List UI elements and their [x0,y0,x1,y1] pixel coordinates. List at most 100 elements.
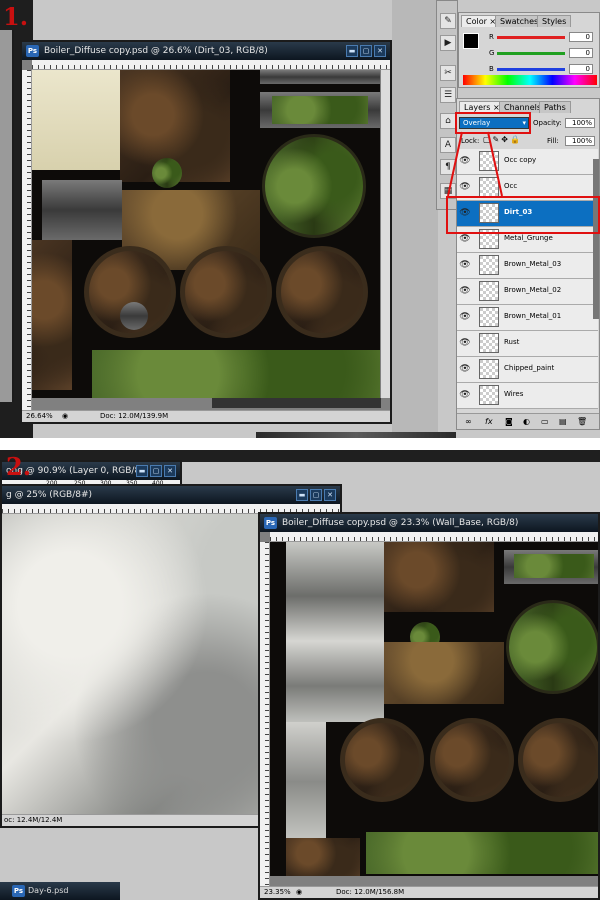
metal-strip-texture [260,70,380,84]
brush-icon[interactable]: ✎ [440,13,456,29]
channel-g-value[interactable]: 0 [569,48,593,58]
document-title-bar[interactable]: Ps Boiler_Diffuse copy.psd @ 23.3% (Wall… [260,514,598,532]
concrete-panel-texture [286,542,384,722]
vertical-scrollbar[interactable] [381,70,390,398]
tab-swatches[interactable]: Swatches [495,15,544,27]
rust-corner-texture [286,838,360,876]
eye-icon[interactable]: 👁 [459,337,471,349]
group-icon[interactable]: ▭ [541,414,549,430]
minimize-icon[interactable]: ▬ [346,45,358,57]
document-title-bar[interactable]: Ps Boiler_Diffuse copy.psd @ 26.6% (Dirt… [22,42,390,60]
close-icon[interactable]: ✕ [374,45,386,57]
color-panel: Color × Swatches Styles R 0 G 0 B 0 [458,12,600,88]
green-disc-texture [262,134,366,238]
back-window-2-title-bar[interactable]: g @ 25% (RGB/8#) ▬ ▢ ✕ [2,486,340,504]
grey-metal-block [42,180,122,240]
adjust-icon[interactable]: ☰ [440,87,456,103]
eye-icon[interactable]: 👁 [459,285,471,297]
ps-app-icon: Ps [12,885,25,897]
eye-icon[interactable]: 👁 [459,389,471,401]
channel-b-slider[interactable] [497,68,565,71]
green-rust-band [366,832,598,874]
vertical-ruler[interactable] [22,70,32,410]
channel-b-value[interactable]: 0 [569,64,593,74]
layer-row[interactable]: 👁 Brown_Metal_01 [457,305,598,331]
status-bar: 26.64% ◉ Doc: 12.0M/139.9M [22,410,390,422]
minimize-icon[interactable]: ▬ [136,465,148,477]
status-bar: 23.35% ◉ Doc: 12.0M/156.8M [260,886,598,898]
play-icon[interactable]: ▶ [440,35,456,51]
trash-icon[interactable]: 🗑 [577,414,587,430]
channel-g-slider[interactable] [497,52,565,55]
eye-icon[interactable]: 👁 [459,259,471,271]
layer-row[interactable]: 👁 Brown_Metal_03 [457,253,598,279]
foreground-color-swatch[interactable] [463,33,479,49]
doc-size: oc: 12.4M/12.4M [4,816,63,824]
taskbar-document-item[interactable]: Ps Day-6.psd [0,882,120,900]
mask-icon[interactable]: ◙ [505,414,513,430]
layers-scrollbar[interactable] [593,159,599,319]
boiler-ring-right [518,718,598,802]
texture-canvas[interactable] [32,70,380,398]
maximize-icon[interactable]: ▢ [150,465,162,477]
eye-icon[interactable]: 👁 [459,311,471,323]
stamp-icon[interactable]: ⌂ [440,113,456,129]
cream-panel-texture [32,70,120,170]
fx-icon[interactable]: fx [485,414,493,430]
layer-thumbnail [479,359,499,379]
link-icon[interactable]: ∞ [465,414,472,430]
status-info-icon[interactable]: ◉ [296,887,302,898]
new-layer-icon[interactable]: ▤ [559,414,567,430]
layer-row[interactable]: 👁 Rust [457,331,598,357]
fill-label: Fill: [547,137,559,145]
doc-size: Doc: 12.0M/139.9M [100,412,169,420]
annotation-connector-lines [447,131,503,197]
color-spectrum-bar[interactable] [463,75,597,85]
zoom-level[interactable]: 23.35% [264,887,291,898]
eye-icon[interactable]: 👁 [459,233,471,245]
layer-thumbnail [479,255,499,275]
green-grunge-strip [272,96,368,124]
background-window-edge [0,30,14,402]
horizontal-scrollbar[interactable] [212,398,381,408]
close-icon[interactable]: ✕ [164,465,176,477]
document-window[interactable]: Ps Boiler_Diffuse copy.psd @ 26.6% (Dirt… [20,40,392,424]
layer-name: Brown_Metal_02 [504,286,562,294]
maximize-icon[interactable]: ▢ [360,45,372,57]
layer-name: Wires [504,390,524,398]
opacity-field[interactable]: 100% [565,118,595,128]
document-window[interactable]: Ps Boiler_Diffuse copy.psd @ 23.3% (Wall… [258,512,600,900]
layers-footer: ∞ fx ◙ ◐ ▭ ▤ 🗑 [457,413,599,429]
tab-styles[interactable]: Styles [537,15,572,27]
step-label: 1. [3,2,29,31]
step-1-panel: 1. Ps Boiler_Diffuse copy.psd @ 26.6% (D… [0,0,600,438]
fill-field[interactable]: 100% [565,136,595,146]
rust-column-texture [32,240,72,390]
tools-icon[interactable]: ✂ [440,65,456,81]
channel-r-value[interactable]: 0 [569,32,593,42]
horizontal-ruler[interactable] [270,532,598,542]
layer-row[interactable]: 👁 Wires [457,383,598,409]
texture-canvas[interactable] [270,542,598,876]
pipe-cap-texture [120,302,148,330]
green-disc-texture [506,600,598,694]
minimize-icon[interactable]: ▬ [296,489,308,501]
channel-r-slider[interactable] [497,36,565,39]
status-info-icon[interactable]: ◉ [62,411,68,422]
layer-row[interactable]: 👁 Brown_Metal_02 [457,279,598,305]
tab-paths[interactable]: Paths [539,101,571,113]
vertical-ruler[interactable] [260,542,270,886]
layer-row[interactable]: 👁 Chipped_paint [457,357,598,383]
green-rust-band [92,350,380,398]
document-title: Boiler_Diffuse copy.psd @ 26.6% (Dirt_03… [44,46,268,56]
layer-name: Chipped_paint [504,364,555,372]
maximize-icon[interactable]: ▢ [310,489,322,501]
layer-thumbnail [479,307,499,327]
taskbar-item-label: Day-6.psd [28,886,69,895]
close-icon[interactable]: ✕ [324,489,336,501]
horizontal-ruler[interactable] [32,60,390,70]
layer-thumbnail [479,333,499,353]
eye-icon[interactable]: 👁 [459,363,471,375]
zoom-level[interactable]: 26.64% [26,411,53,422]
adjustment-icon[interactable]: ◐ [523,414,530,430]
